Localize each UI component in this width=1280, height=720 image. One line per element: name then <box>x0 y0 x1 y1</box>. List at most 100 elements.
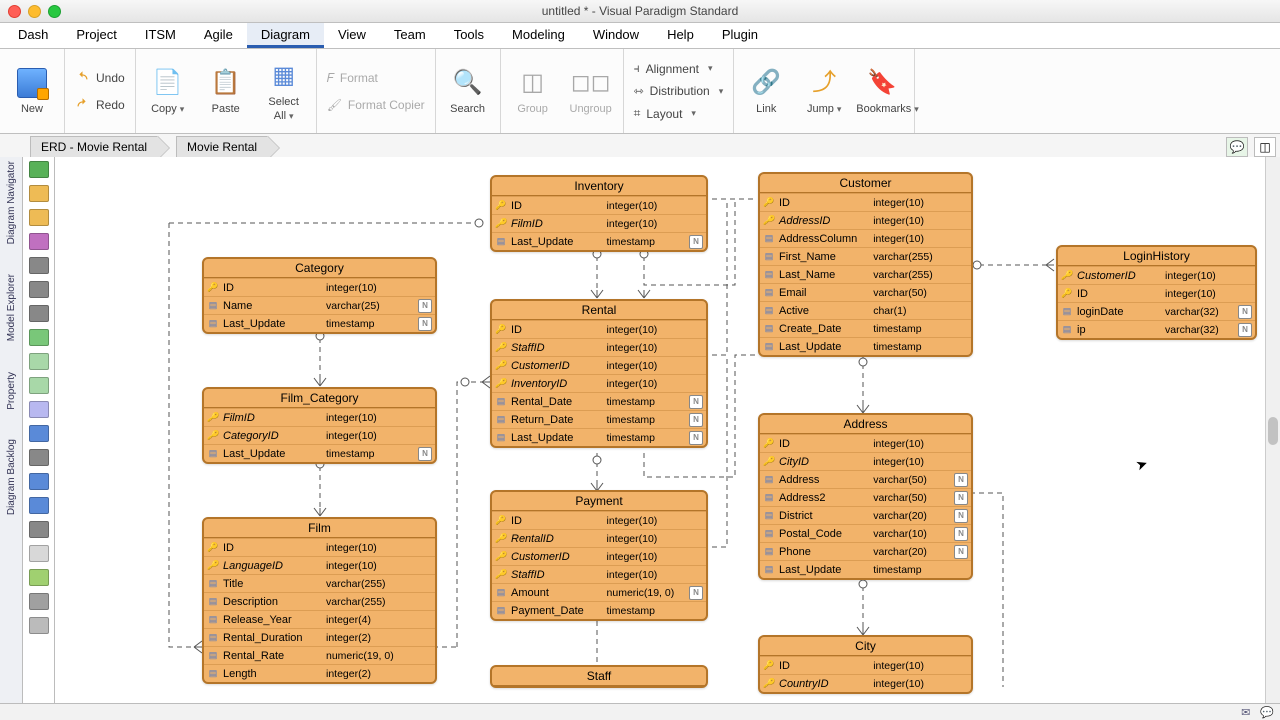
tab-diagram-backlog[interactable]: Diagram Backlog <box>6 439 17 515</box>
vertical-scrollbar[interactable] <box>1265 157 1280 704</box>
bookmarks-button[interactable]: 🔖Bookmarks <box>856 66 908 116</box>
palette-tool-6[interactable] <box>29 305 49 322</box>
mail-icon[interactable]: ✉ <box>1241 706 1250 719</box>
ungroup-button[interactable]: ◻◻ Ungroup <box>565 66 617 116</box>
palette-tool-12[interactable] <box>29 449 49 466</box>
nullable-badge: N <box>954 509 968 523</box>
panels-toggle-icon[interactable]: ◫ <box>1254 137 1276 157</box>
tab-model-explorer[interactable]: Model Explorer <box>6 274 17 341</box>
undo-button[interactable]: Undo <box>71 68 129 87</box>
palette-tool-18[interactable] <box>29 593 49 610</box>
menu-window[interactable]: Window <box>579 23 653 48</box>
entity-customer[interactable]: Customer🔑IDinteger(10)🔑AddressIDinteger(… <box>758 172 973 357</box>
tab-diagram-navigator[interactable]: Diagram Navigator <box>6 161 17 244</box>
column-row: 🔑CustomerIDinteger(10) <box>1058 266 1255 284</box>
entity-staff[interactable]: Staff <box>490 665 708 688</box>
menu-modeling[interactable]: Modeling <box>498 23 579 48</box>
select-all-button[interactable]: ▦ Select All <box>258 59 310 123</box>
tool-palette[interactable] <box>23 157 55 704</box>
format-icon: 𝐹 <box>327 71 334 86</box>
palette-tool-16[interactable] <box>29 545 49 562</box>
menu-diagram[interactable]: Diagram <box>247 23 324 48</box>
breadcrumb-root[interactable]: ERD - Movie Rental <box>30 136 158 158</box>
palette-tool-14[interactable] <box>29 497 49 514</box>
paste-button[interactable]: 📋 Paste <box>200 66 252 116</box>
entity-address[interactable]: Address🔑IDinteger(10)🔑CityIDinteger(10)▤… <box>758 413 973 580</box>
search-button[interactable]: 🔍 Search <box>442 66 494 116</box>
entity-category[interactable]: Category🔑IDinteger(10)▤Namevarchar(25)N▤… <box>202 257 437 334</box>
column-row: ▤Return_DatetimestampN <box>492 410 706 428</box>
entity-film[interactable]: Film🔑IDinteger(10)🔑LanguageIDinteger(10)… <box>202 517 437 684</box>
entity-city[interactable]: City🔑IDinteger(10)🔑CountryIDinteger(10) <box>758 635 973 694</box>
column-row: ▤AddressColumninteger(10) <box>760 229 971 247</box>
erd-canvas[interactable]: ➤ Inventory🔑IDinteger(10)🔑FilmIDinteger(… <box>55 157 1280 704</box>
format-copier-button[interactable]: 🖌Format Copier <box>323 96 429 114</box>
palette-tool-11[interactable] <box>29 425 49 442</box>
nullable-badge: N <box>954 527 968 541</box>
link-button[interactable]: 🔗Link <box>740 66 792 116</box>
menu-tools[interactable]: Tools <box>440 23 498 48</box>
column-row: ▤Lengthinteger(2) <box>204 664 435 682</box>
entity-payment[interactable]: Payment🔑IDinteger(10)🔑RentalIDinteger(10… <box>490 490 708 621</box>
menu-plugin[interactable]: Plugin <box>708 23 772 48</box>
breadcrumb-leaf[interactable]: Movie Rental <box>176 136 268 158</box>
tab-property[interactable]: Property <box>6 372 17 410</box>
column-row: ▤Create_Datetimestamp <box>760 319 971 337</box>
format-button[interactable]: 𝐹Format <box>323 69 382 88</box>
select-all-icon: ▦ <box>258 59 310 93</box>
menu-view[interactable]: View <box>324 23 380 48</box>
palette-tool-3[interactable] <box>29 233 49 250</box>
menu-project[interactable]: Project <box>62 23 130 48</box>
scroll-thumb[interactable] <box>1268 417 1278 445</box>
nullable-badge: N <box>418 317 432 331</box>
layout-menu[interactable]: ⌗Layout <box>630 104 700 123</box>
palette-tool-15[interactable] <box>29 521 49 538</box>
palette-tool-19[interactable] <box>29 617 49 634</box>
palette-tool-17[interactable] <box>29 569 49 586</box>
entity-loginhistory[interactable]: LoginHistory🔑CustomerIDinteger(10)🔑IDint… <box>1056 245 1257 340</box>
nullable-badge: N <box>689 431 703 445</box>
column-row: ▤Districtvarchar(20)N <box>760 506 971 524</box>
menu-team[interactable]: Team <box>380 23 440 48</box>
palette-tool-4[interactable] <box>29 257 49 274</box>
entity-rental[interactable]: Rental🔑IDinteger(10)🔑StaffIDinteger(10)🔑… <box>490 299 708 448</box>
group-button[interactable]: ◫ Group <box>507 66 559 116</box>
redo-button[interactable]: Redo <box>71 95 129 114</box>
palette-tool-10[interactable] <box>29 401 49 418</box>
palette-tool-9[interactable] <box>29 377 49 394</box>
menu-agile[interactable]: Agile <box>190 23 247 48</box>
chat-icon[interactable]: 💬 <box>1260 706 1274 719</box>
column-row: 🔑CustomerIDinteger(10) <box>492 356 706 374</box>
copy-button[interactable]: 📄 Copy <box>142 66 194 116</box>
distribution-menu[interactable]: ⇿Distribution <box>630 82 728 100</box>
palette-tool-2[interactable] <box>29 209 49 226</box>
link-icon: 🔗 <box>740 66 792 100</box>
entity-film_category[interactable]: Film_Category🔑FilmIDinteger(10)🔑Category… <box>202 387 437 464</box>
search-icon: 🔍 <box>442 66 494 100</box>
entity-title: Address <box>760 415 971 434</box>
column-row: ▤Rental_Durationinteger(2) <box>204 628 435 646</box>
palette-tool-7[interactable] <box>29 329 49 346</box>
column-row: 🔑RentalIDinteger(10) <box>492 529 706 547</box>
menu-itsm[interactable]: ITSM <box>131 23 190 48</box>
alignment-icon: ⫞ <box>634 61 640 76</box>
palette-tool-5[interactable] <box>29 281 49 298</box>
menu-dash[interactable]: Dash <box>4 23 62 48</box>
palette-tool-0[interactable] <box>29 161 49 178</box>
message-pane-icon[interactable]: 💬 <box>1226 137 1248 157</box>
entity-inventory[interactable]: Inventory🔑IDinteger(10)🔑FilmIDinteger(10… <box>490 175 708 252</box>
palette-tool-13[interactable] <box>29 473 49 490</box>
column-row: ▤Last_Namevarchar(255) <box>760 265 971 283</box>
column-row: ▤Rental_Ratenumeric(19, 0) <box>204 646 435 664</box>
palette-tool-1[interactable] <box>29 185 49 202</box>
column-row: 🔑CityIDinteger(10) <box>760 452 971 470</box>
menu-bar[interactable]: DashProjectITSMAgileDiagramViewTeamTools… <box>0 23 1280 49</box>
palette-tool-8[interactable] <box>29 353 49 370</box>
jump-button[interactable]: ⤴Jump <box>798 66 850 116</box>
side-rail[interactable]: Diagram Navigator Model Explorer Propert… <box>0 157 23 704</box>
menu-help[interactable]: Help <box>653 23 708 48</box>
alignment-menu[interactable]: ⫞Alignment <box>630 59 717 78</box>
new-button[interactable]: New <box>6 66 58 116</box>
nullable-badge: N <box>689 235 703 249</box>
column-row: ▤Last_UpdatetimestampN <box>492 428 706 446</box>
